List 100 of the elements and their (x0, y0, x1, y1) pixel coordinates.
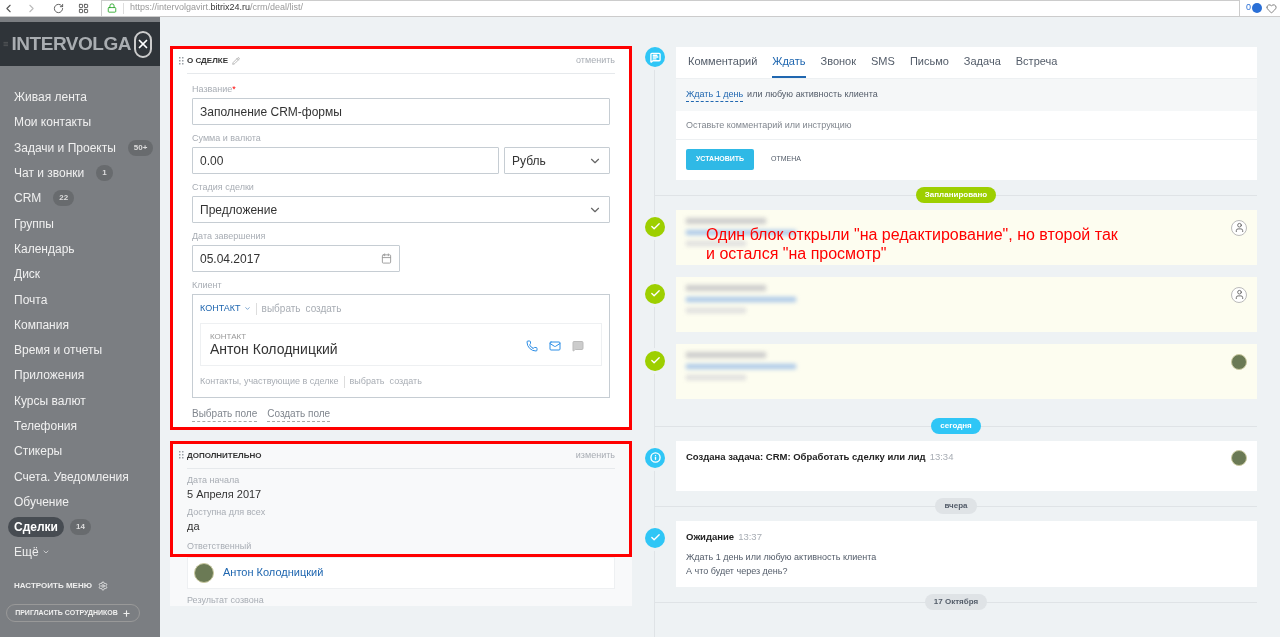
edit-link[interactable]: изменить (575, 448, 615, 463)
field-value: да (187, 518, 201, 533)
reload-icon[interactable] (53, 2, 64, 14)
contact-name[interactable]: Антон Колодницкий (210, 340, 592, 358)
menu-item[interactable]: Сделки (8, 517, 64, 538)
field-value: 5 Апреля 2017 (187, 486, 263, 501)
participant-action-link[interactable]: создать (389, 375, 422, 389)
task-icon (645, 283, 665, 304)
speech-bubble-icon (645, 47, 665, 67)
settings-icon[interactable] (97, 581, 108, 592)
menu-item[interactable]: Мои контакты (8, 113, 98, 132)
field-link[interactable]: Выбрать поле (192, 405, 258, 422)
field-label: Название* (192, 83, 237, 95)
date-divider-badge: сегодня (931, 417, 981, 434)
configure-menu-link[interactable]: НАСТРОИТЬ МЕНЮ (14, 580, 92, 593)
menu-item[interactable]: Почта (8, 290, 54, 309)
field-label: Дата завершения (192, 230, 267, 242)
menu-item[interactable]: Живая лента (8, 88, 93, 107)
menu-item[interactable]: Время и отчеты (8, 341, 109, 360)
composer-tab[interactable]: Комментарий (688, 47, 758, 78)
date-divider-badge: вчера (935, 497, 977, 514)
field-link[interactable]: Создать поле (267, 405, 331, 422)
apps-icon[interactable] (78, 2, 89, 14)
menu-item[interactable]: Календарь (8, 239, 81, 258)
wait-description: или любую активность клиента (747, 88, 878, 102)
name-input[interactable]: Заполнение CRM-формы (192, 98, 610, 125)
counter-badge: 22 (53, 190, 75, 207)
drag-handle-icon[interactable] (179, 451, 184, 460)
field-label: Дата начала (187, 474, 241, 486)
menu-item[interactable]: Приложения (8, 366, 91, 385)
composer-tab[interactable]: Задача (963, 47, 1001, 78)
chat-icon[interactable] (572, 340, 584, 352)
extension-badge[interactable]: 0 (1246, 1, 1251, 15)
section-title: О СДЕЛКЕ (187, 55, 228, 67)
currency-select[interactable]: Рубль (504, 147, 610, 174)
field-label: Результат созвона (187, 594, 265, 606)
counter-badge: 14 (69, 519, 91, 536)
menu-item[interactable]: Телефония (8, 417, 83, 435)
field-label: Ответственный (187, 540, 253, 552)
more-link[interactable]: Ещё (14, 543, 39, 562)
field-label: Сумма и валюта (192, 132, 262, 144)
plus-icon (121, 608, 131, 618)
menu-item[interactable]: Счета. Уведомления (8, 467, 135, 486)
counter-badge: 50+ (127, 139, 154, 156)
counter-badge: 1 (96, 165, 113, 182)
event-time: 13:37 (738, 529, 762, 544)
task-icon (645, 350, 665, 371)
participants-label: Контакты, участвующие в сделке (200, 375, 339, 388)
cancel-link[interactable]: отменить (576, 54, 615, 68)
task-icon (645, 216, 665, 237)
event-text: Ждать 1 день или любую активность клиента (686, 550, 877, 564)
contact-caption: КОНТАКТ (210, 331, 248, 341)
event-text: А что будет через день? (686, 565, 789, 579)
menu-item[interactable]: CRM (8, 189, 48, 208)
comment-input[interactable]: Оставьте комментарий или инструкцию (676, 111, 1257, 140)
stage-select[interactable]: Предложение (192, 196, 610, 223)
event-time: 13:34 (929, 449, 954, 464)
section-title: ДОПОЛНИТЕЛЬНО (187, 449, 262, 462)
pencil-icon[interactable] (232, 57, 240, 65)
event-title: Создана задача: CRM: Обработать сделку или лид (686, 449, 926, 464)
annotation-text: Один блок открыли "на редактирование", но второй так и остался "на просмотр" (706, 224, 1119, 263)
menu-item[interactable]: Диск (8, 265, 47, 284)
composer-tab[interactable]: SMS (871, 47, 895, 78)
composer-tab[interactable]: Встреча (1015, 47, 1058, 78)
drag-handle-icon[interactable] (179, 56, 184, 66)
menu-item[interactable]: Курсы валют (8, 391, 92, 410)
amount-input[interactable]: 0.00 (192, 147, 499, 174)
close-icon (136, 37, 150, 51)
field-label: Стадия сделки (192, 181, 255, 193)
heart-icon[interactable] (1266, 2, 1277, 14)
info-icon (645, 447, 665, 468)
composer-tab[interactable]: Письмо (909, 47, 949, 78)
date-divider-badge: 17 Октября (924, 593, 988, 610)
client-action-link[interactable]: создать (305, 301, 342, 316)
menu-item[interactable]: Компания (8, 315, 75, 334)
menu-item[interactable]: Чат и звонки (8, 164, 91, 183)
date-divider-badge: Запланировано (915, 186, 997, 203)
event-title: Ожидание (686, 529, 735, 544)
menu-item[interactable]: Задачи и Проекты (8, 138, 122, 157)
mail-icon[interactable] (549, 340, 561, 352)
check-icon (645, 527, 665, 548)
field-label: Доступна для всех (187, 506, 267, 518)
date-input[interactable]: 05.04.2017 (192, 245, 400, 272)
wait-period-link[interactable]: Ждать 1 день (686, 87, 744, 103)
responsible-link[interactable]: Антон Колодницкий (223, 564, 324, 581)
menu-item[interactable]: Обучение (8, 492, 75, 511)
extension-icon[interactable] (1252, 3, 1262, 13)
field-label: Клиент (192, 279, 223, 291)
client-action-link[interactable]: выбрать (261, 301, 301, 316)
participant-action-link[interactable]: выбрать (349, 375, 385, 389)
calendar-icon[interactable] (381, 253, 392, 264)
phone-icon[interactable] (526, 340, 538, 352)
menu-icon[interactable] (3, 39, 9, 49)
close-button[interactable] (134, 30, 152, 58)
menu-item[interactable]: Стикеры (8, 442, 69, 461)
menu-item[interactable]: Группы (8, 214, 60, 233)
address-bar[interactable]: https://intervolgavirt.bitrix24.ru/crm/deal/list/ (101, 0, 1240, 17)
caret-icon (243, 305, 251, 312)
composer-tab[interactable]: Звонок (820, 47, 857, 78)
contact-type-dropdown[interactable]: КОНТАКТ (200, 301, 251, 316)
